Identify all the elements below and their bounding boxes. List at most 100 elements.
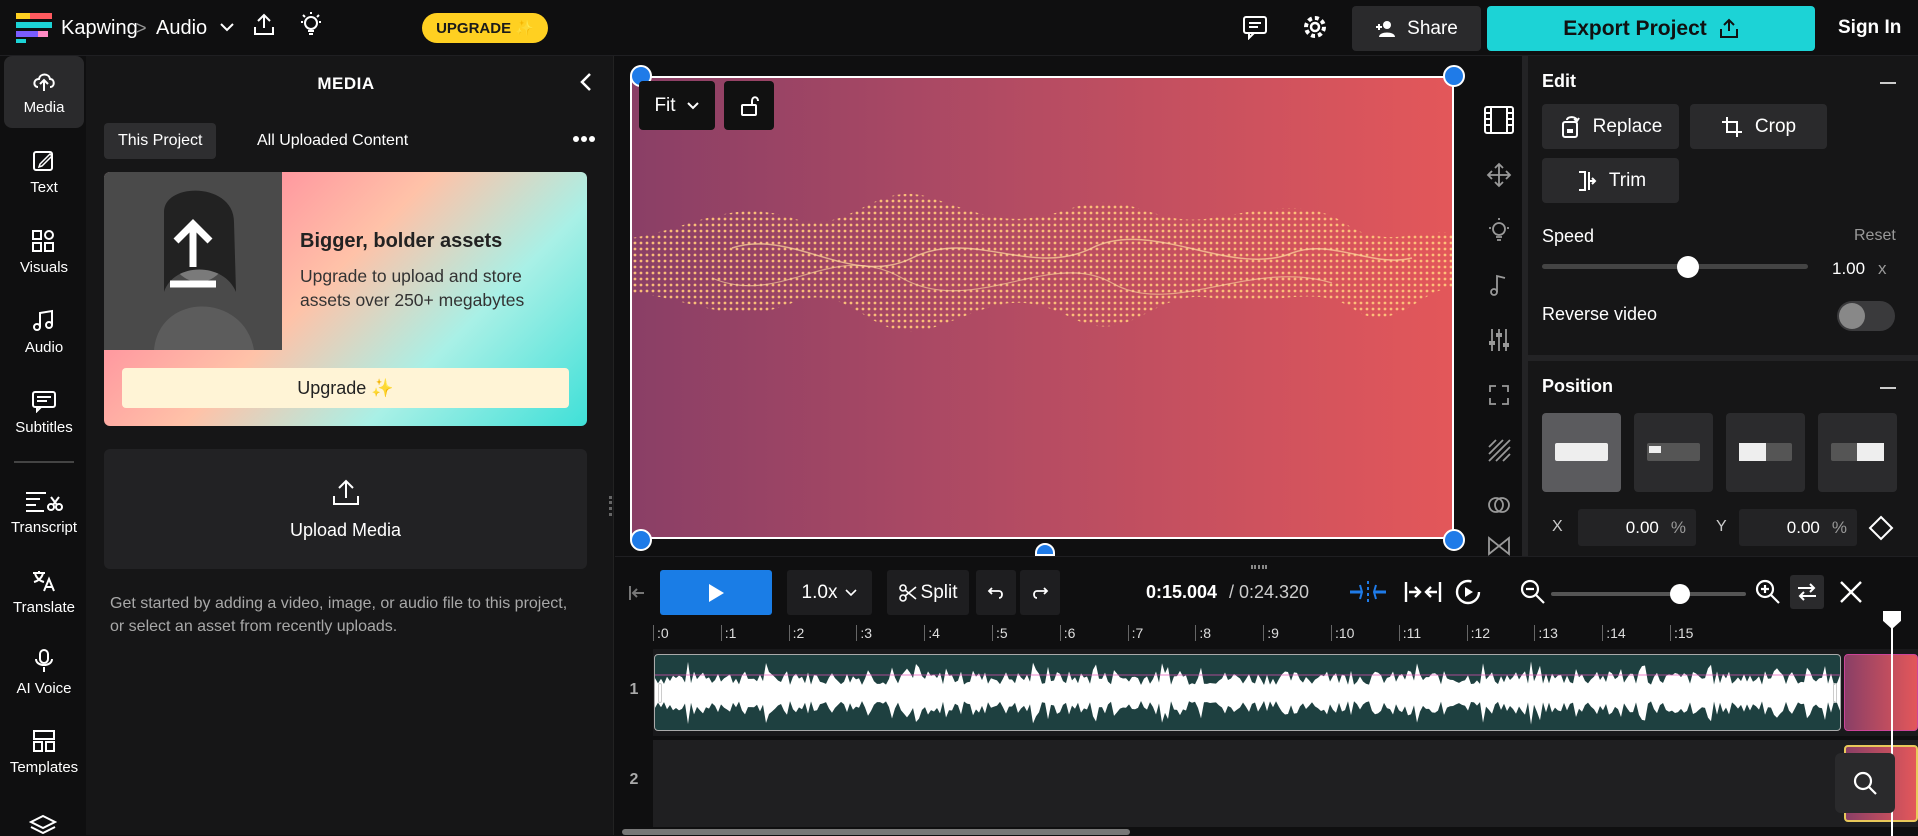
play-button[interactable] [660,570,772,615]
reverse-video-toggle[interactable] [1837,301,1895,331]
nav-label: AI Voice [16,679,72,697]
time-ruler[interactable]: :0:1:2:3:4:5:6:7:8:9:10:11:12:13:14:15 [653,619,1918,643]
promo-upgrade-button[interactable]: Upgrade ✨ [122,368,569,408]
tab-all-uploaded-content[interactable]: All Uploaded Content [243,123,422,159]
lightbulb-icon[interactable] [1483,214,1515,246]
speed-slider-thumb[interactable] [1677,256,1700,278]
nav-item-ai-voice[interactable]: AI Voice [4,636,84,708]
nav-item-translate[interactable]: Translate [4,556,84,628]
chevron-down-icon[interactable] [218,16,236,38]
brand-name[interactable]: Kapwing [61,17,138,40]
fit-label: Fit [654,94,676,116]
music-note-icon[interactable] [1483,269,1515,301]
y-input[interactable]: 0.00 % [1739,509,1857,546]
nav-item-visuals[interactable]: Visuals [4,216,84,288]
share-button[interactable]: Share [1352,6,1481,51]
top-bar: Kapwing > Audio UPGRADE ✨ Share Export P… [0,0,1918,56]
nav-item-transcript[interactable]: Transcript [4,476,84,548]
resize-handle-bottom-left[interactable] [630,529,652,551]
crop-button[interactable]: Crop [1690,104,1827,149]
project-name[interactable]: Audio [156,17,207,40]
playback-speed-dropdown[interactable]: 1.0x [787,570,872,615]
settings-gear-icon[interactable] [1302,14,1328,40]
speed-unit: x [1878,259,1887,278]
transition-icon[interactable] [1483,534,1515,556]
more-options-icon[interactable] [572,130,596,148]
trim-button[interactable]: Trim [1542,158,1679,203]
skip-to-start-icon[interactable] [627,583,647,603]
tab-this-project[interactable]: This Project [104,123,217,159]
position-right-tile[interactable] [1818,413,1897,492]
clip-trim-handle-right[interactable] [1833,683,1837,703]
split-button[interactable]: Split [887,570,969,615]
nav-item-templates[interactable]: Templates [4,716,84,788]
nav-item-text[interactable]: Text [4,136,84,208]
keyframe-diamond-icon[interactable] [1868,515,1894,541]
film-strip-icon[interactable] [1483,104,1515,136]
close-timeline-icon[interactable] [1838,579,1864,605]
panel-resize-handle[interactable] [609,496,612,516]
position-left-tile[interactable] [1726,413,1805,492]
audio-clip[interactable] [654,654,1841,731]
zoom-slider-thumb[interactable] [1669,584,1690,604]
export-project-button[interactable]: Export Project [1487,6,1815,51]
play-icon [709,583,724,602]
resize-handle-top-right[interactable] [1443,65,1465,87]
speed-reset-link[interactable]: Reset [1854,227,1896,245]
x-input[interactable]: 0.00 % [1578,509,1696,546]
search-button[interactable] [1835,753,1895,813]
ruler-tick: :3 [856,625,872,641]
waveform-shape [655,661,1840,725]
y-value: 0.00 [1786,517,1820,537]
reverse-video-label: Reverse video [1542,304,1658,324]
timeline-resize-handle[interactable] [1251,565,1267,569]
comments-icon[interactable] [1242,14,1268,40]
collapse-panel-chevron-icon[interactable] [576,70,596,94]
fullscreen-icon[interactable] [1483,379,1515,411]
zoom-slider-track[interactable] [1551,592,1746,596]
trim-label: Trim [1608,169,1647,191]
snap-icon[interactable] [1348,579,1388,605]
overlay-circles-icon[interactable] [1483,489,1515,521]
aspect-lock-button[interactable] [724,81,774,130]
resize-handle-bottom-right[interactable] [1443,529,1465,551]
nav-item-audio[interactable]: Audio [4,296,84,368]
zoom-out-icon[interactable] [1520,579,1546,605]
upload-media-button[interactable]: Upload Media [104,449,587,569]
nav-item-media[interactable]: Media [4,56,84,128]
playback-loop-icon[interactable] [1453,577,1483,607]
zoom-in-icon[interactable] [1755,579,1781,605]
video-preview[interactable] [630,76,1454,539]
speed-slider-track[interactable] [1542,264,1808,269]
upgrade-label: UPGRADE ✨ [436,20,534,37]
redo-button[interactable] [1020,570,1060,615]
nav-item-subtitles[interactable]: Subtitles [4,376,84,448]
replace-button[interactable]: Replace [1542,104,1679,149]
lightbulb-icon[interactable] [298,11,324,39]
position-left-small-tile[interactable] [1634,413,1713,492]
video-clip-thumbnail[interactable] [1844,654,1918,731]
move-arrows-icon[interactable] [1483,159,1515,191]
timeline-horizontal-scrollbar[interactable] [622,829,1130,835]
upgrade-button[interactable]: UPGRADE ✨ [422,13,548,43]
rotate-handle[interactable] [1035,543,1055,556]
position-fill-tile[interactable] [1542,413,1621,492]
microphone-icon [35,648,53,672]
nav-divider [14,461,74,463]
fit-timeline-icon[interactable] [1403,579,1443,605]
speed-value[interactable]: 1.00 [1832,259,1865,279]
export-share-icon[interactable] [252,12,276,38]
undo-button[interactable] [976,570,1016,615]
toggle-knob [1839,303,1865,329]
adjust-sliders-icon[interactable] [1483,324,1515,356]
collapse-edit-icon[interactable] [1880,82,1896,84]
kapwing-logo[interactable] [16,13,52,43]
layers-icon[interactable] [29,814,57,834]
collapse-position-icon[interactable] [1880,387,1896,389]
effects-stripes-icon[interactable] [1483,434,1515,466]
clip-trim-handle-left[interactable] [658,683,662,703]
sign-in-link[interactable]: Sign In [1838,17,1901,39]
scissors-icon [898,583,917,602]
swap-button[interactable] [1790,575,1824,609]
fit-dropdown[interactable]: Fit [639,81,715,130]
